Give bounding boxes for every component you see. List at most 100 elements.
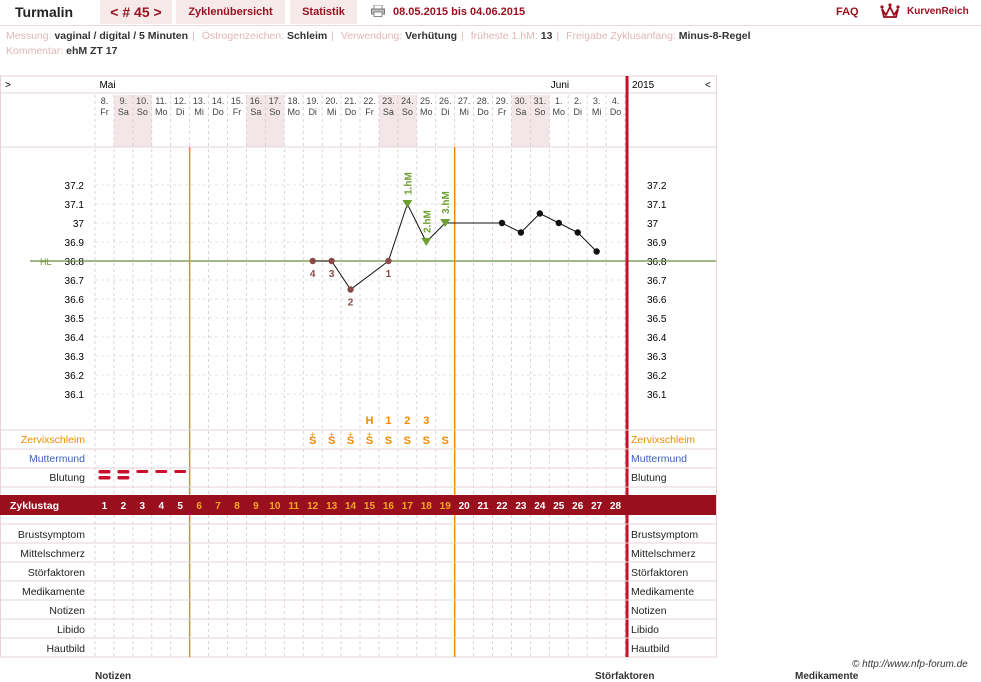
mucus-symbol: S: [309, 435, 316, 447]
y-tick-label-right: 36.9: [647, 238, 667, 249]
row-label-right-zervix: Zervixschleim: [631, 434, 695, 446]
cycle-day-number: 23: [515, 501, 527, 512]
hm-label: 2.hM: [422, 210, 433, 233]
cycle-day-number: 10: [269, 501, 281, 512]
day-weekday-label: Mi: [327, 107, 337, 117]
printer-icon[interactable]: [371, 5, 385, 17]
cycle-day-number: 18: [421, 501, 433, 512]
day-date-label: 16.: [250, 96, 263, 106]
cycle-day-number: 13: [326, 501, 338, 512]
day-date-label: 10.: [136, 96, 149, 106]
cycle-day-number: 28: [610, 501, 622, 512]
day-date-label: 4.: [612, 96, 620, 106]
temperature-point: [309, 257, 316, 265]
row-label-right-notizen: Notizen: [631, 605, 667, 617]
y-tick-label-right: 36.5: [647, 314, 667, 325]
cycle-day-number: 22: [496, 501, 508, 512]
y-tick-label-left: 36.6: [65, 295, 85, 306]
cycle-chart: > <Mai Juni 20158.Fr9.Sa10.So11.Mo12.Di13.M…: [0, 75, 717, 658]
y-tick-label-left: 36.9: [65, 238, 85, 249]
day-weekday-label: So: [534, 107, 545, 117]
faq-link[interactable]: FAQ: [836, 0, 859, 24]
day-date-label: 12.: [174, 96, 187, 106]
day-date-label: 28.: [477, 96, 490, 106]
y-tick-label-left: 37: [73, 219, 85, 230]
day-date-label: 24.: [401, 96, 414, 106]
cycle-nav[interactable]: < # 45 >: [100, 0, 172, 24]
y-tick-label-left: 36.3: [65, 352, 85, 363]
day-weekday-label: Do: [610, 107, 622, 117]
info-line-1: Messung: vaginal / digital / 5 Minuten | …: [6, 30, 751, 42]
mucus-symbol: S: [442, 435, 449, 447]
day-date-label: 25.: [420, 96, 433, 106]
mucus-peak-count: 3: [423, 415, 429, 427]
temperature-point: [347, 286, 354, 293]
temperature-point: [536, 210, 544, 217]
y-tick-label-left: 36.7: [65, 276, 85, 287]
day-date-label: 14.: [212, 96, 225, 106]
day-weekday-label: Do: [212, 107, 224, 117]
top-bar: Turmalin < # 45 > Zyklenübersicht Statis…: [0, 0, 981, 26]
chart-frame: [0, 75, 717, 658]
tab-zyklenuebersicht[interactable]: Zyklenübersicht: [176, 0, 285, 24]
day-date-label: 30.: [515, 96, 528, 106]
mucus-peak-count: 2: [404, 415, 410, 427]
day-date-label: 22.: [363, 96, 376, 106]
y-tick-label-right: 36.6: [647, 295, 667, 306]
cycle-owner-title: Turmalin: [15, 4, 74, 20]
day-weekday-label: Do: [477, 107, 489, 117]
day-date-label: 1.: [555, 96, 563, 106]
day-date-label: 2.: [574, 96, 582, 106]
row-label-right-stoer: Störfaktoren: [631, 567, 688, 579]
cycle-day-number: 3: [140, 501, 146, 512]
row-label-blutung: Blutung: [49, 472, 85, 484]
day-weekday-label: Fr: [100, 107, 109, 117]
y-tick-label-left: 36.1: [65, 390, 85, 401]
row-label-libido: Libido: [57, 624, 85, 636]
cycle-day-number: 6: [196, 501, 202, 512]
cycle-day-number: 24: [534, 501, 546, 512]
y-tick-label-left: 36.5: [65, 314, 85, 325]
day-weekday-label: Sa: [515, 107, 526, 117]
day-weekday-label: Di: [308, 107, 317, 117]
y-tick-label-left: 36.2: [65, 371, 85, 382]
y-tick-label-left: 36.8: [65, 257, 85, 268]
info-line-2: Kommentar: ehM ZT 17: [6, 45, 118, 57]
y-tick-label-right: 36.7: [647, 276, 667, 287]
mucus-peak-count: H: [366, 415, 374, 427]
day-date-label: 15.: [231, 96, 244, 106]
nav-right-button[interactable]: <: [705, 80, 711, 91]
row-label-medi: Medikamente: [22, 586, 85, 598]
low-temp-count: 2: [348, 298, 354, 309]
month-label-mai: Mai: [99, 80, 115, 91]
bleeding-mark: [98, 476, 111, 480]
bleeding-mark: [136, 470, 149, 473]
cycle-day-number: 27: [591, 501, 603, 512]
brand-link[interactable]: KurvenReich: [907, 0, 969, 24]
nav-left-button[interactable]: >: [5, 80, 11, 91]
tab-statistik[interactable]: Statistik: [290, 0, 357, 24]
day-date-label: 19.: [306, 96, 319, 106]
temperature-point: [498, 219, 506, 227]
hm-label: 3.hM: [441, 191, 452, 214]
y-tick-label-right: 37: [647, 219, 659, 230]
cycle-day-number: 15: [364, 501, 376, 512]
row-label-haut: Hautbild: [46, 643, 85, 655]
day-date-label: 13.: [193, 96, 206, 106]
cycle-day-number: 11: [288, 501, 299, 512]
day-weekday-label: Sa: [383, 107, 394, 117]
row-label-right-blutung: Blutung: [631, 472, 667, 484]
day-date-label: 26.: [439, 96, 452, 106]
cycle-day-number: 4: [158, 501, 164, 512]
low-temp-count: 3: [329, 269, 335, 280]
day-weekday-label: Fr: [233, 107, 242, 117]
cycle-day-number: 12: [307, 501, 319, 512]
day-date-label: 29.: [496, 96, 509, 106]
low-temp-count: 1: [386, 269, 392, 280]
day-weekday-label: Sa: [118, 107, 129, 117]
row-label-right-medi: Medikamente: [631, 586, 694, 598]
mucus-symbol: S: [423, 435, 430, 447]
day-weekday-label: Sa: [250, 107, 261, 117]
day-weekday-label: Mo: [553, 107, 566, 117]
mucus-symbol: S: [404, 435, 411, 447]
